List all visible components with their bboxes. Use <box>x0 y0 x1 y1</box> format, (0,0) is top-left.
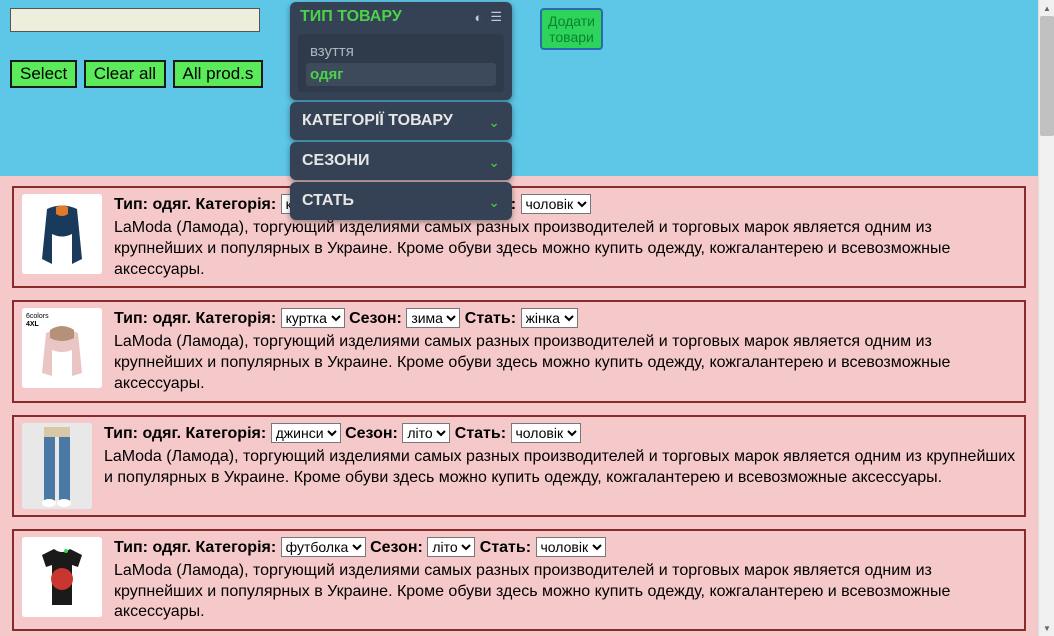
product-description: LaModa (Ламода), торгующий изделиями сам… <box>114 218 1016 280</box>
filter-type-options: взуття одяг <box>298 34 504 92</box>
product-description: LaModa (Ламода), торгующий изделиями сам… <box>114 332 1016 394</box>
product-thumbnail <box>22 423 92 509</box>
filter-panel-category-title: КАТЕГОРІЇ ТОВАРУ <box>302 112 453 130</box>
season-select[interactable]: зима <box>406 308 460 328</box>
vertical-scrollbar[interactable]: ▲ ▼ <box>1038 0 1054 636</box>
gender-select[interactable]: чоловік <box>521 194 591 214</box>
scroll-down-icon[interactable]: ▼ <box>1039 620 1054 636</box>
product-meta: Тип: одяг. Категорія: куртка Сезон: зима… <box>114 308 1016 328</box>
gender-select[interactable]: чоловік <box>511 423 581 443</box>
filter-panel-type-header[interactable]: ТИП ТОВАРУ ◐ ☰ <box>298 8 504 26</box>
scrollbar-thumb[interactable] <box>1040 16 1054 136</box>
product-description: LaModa (Ламода), торгующий изделиями сам… <box>114 561 1016 623</box>
category-select[interactable]: джинси <box>271 423 341 443</box>
filter-panel-season[interactable]: СЕЗОНИ ⌄ <box>290 142 512 180</box>
jacket-pink-icon: 6colors 4XL <box>22 308 102 388</box>
product-meta: Тип: одяг. Категорія: футболка Сезон: лі… <box>114 537 1016 557</box>
pie-icon[interactable]: ◐ <box>474 10 482 25</box>
top-bar: Додатитовари Select Clear all All prod.s… <box>0 0 1038 176</box>
filter-panel-season-title: СЕЗОНИ <box>302 152 370 170</box>
category-select[interactable]: куртка <box>281 308 345 328</box>
season-select[interactable]: літо <box>402 423 450 443</box>
tshirt-icon <box>22 537 102 617</box>
product-thumbnail <box>22 537 102 617</box>
svg-text:4XL: 4XL <box>26 321 40 328</box>
filter-panel-gender[interactable]: СТАТЬ ⌄ <box>290 182 512 220</box>
season-select[interactable]: літо <box>427 537 475 557</box>
product-listing: Тип: одяг. Категорія: куртка Сезон: зима… <box>0 176 1038 636</box>
clear-all-button[interactable]: Clear all <box>84 60 166 88</box>
filter-panel-type-title: ТИП ТОВАРУ <box>300 8 402 26</box>
product-card: Тип: одяг. Категорія: куртка Сезон: зима… <box>12 186 1026 288</box>
svg-text:6colors: 6colors <box>26 313 49 320</box>
product-thumbnail: 6colors 4XL <box>22 308 102 388</box>
filter-panel-category[interactable]: КАТЕГОРІЇ ТОВАРУ ⌄ <box>290 102 512 140</box>
product-card: 6colors 4XL Тип: одяг. Категорія: куртка… <box>12 300 1026 402</box>
chevron-down-icon: ⌄ <box>488 194 500 211</box>
filter-type-option-clothes[interactable]: одяг <box>306 63 496 86</box>
chevron-down-icon: ⌄ <box>488 154 500 171</box>
product-card: Тип: одяг. Категорія: джинси Сезон: літо… <box>12 415 1026 517</box>
product-description: LaModa (Ламода), торгующий изделиями сам… <box>104 447 1016 489</box>
jeans-icon <box>22 423 92 509</box>
product-meta: Тип: одяг. Категорія: куртка Сезон: зима… <box>114 194 1016 214</box>
product-card: Тип: одяг. Категорія: футболка Сезон: лі… <box>12 529 1026 631</box>
collapse-icon[interactable]: ☰ <box>490 9 502 25</box>
gender-select[interactable]: жінка <box>521 308 578 328</box>
add-products-button[interactable]: Додатитовари <box>540 8 603 50</box>
filter-type-option-shoes[interactable]: взуття <box>306 40 496 63</box>
gender-select[interactable]: чоловік <box>536 537 606 557</box>
filter-panel-gender-title: СТАТЬ <box>302 192 354 210</box>
jacket-blue-icon <box>22 194 102 274</box>
action-button-row: Select Clear all All prod.s <box>10 60 1028 88</box>
category-select[interactable]: футболка <box>281 537 366 557</box>
filter-panel-type: ТИП ТОВАРУ ◐ ☰ взуття одяг <box>290 2 512 100</box>
product-thumbnail <box>22 194 102 274</box>
filter-panel-stack: ТИП ТОВАРУ ◐ ☰ взуття одяг КАТЕГОРІЇ ТО <box>290 2 512 222</box>
search-input[interactable] <box>10 8 260 32</box>
scroll-up-icon[interactable]: ▲ <box>1039 0 1054 16</box>
chevron-down-icon: ⌄ <box>488 114 500 131</box>
product-meta: Тип: одяг. Категорія: джинси Сезон: літо… <box>104 423 1016 443</box>
select-button[interactable]: Select <box>10 60 77 88</box>
all-products-button[interactable]: All prod.s <box>173 60 264 88</box>
